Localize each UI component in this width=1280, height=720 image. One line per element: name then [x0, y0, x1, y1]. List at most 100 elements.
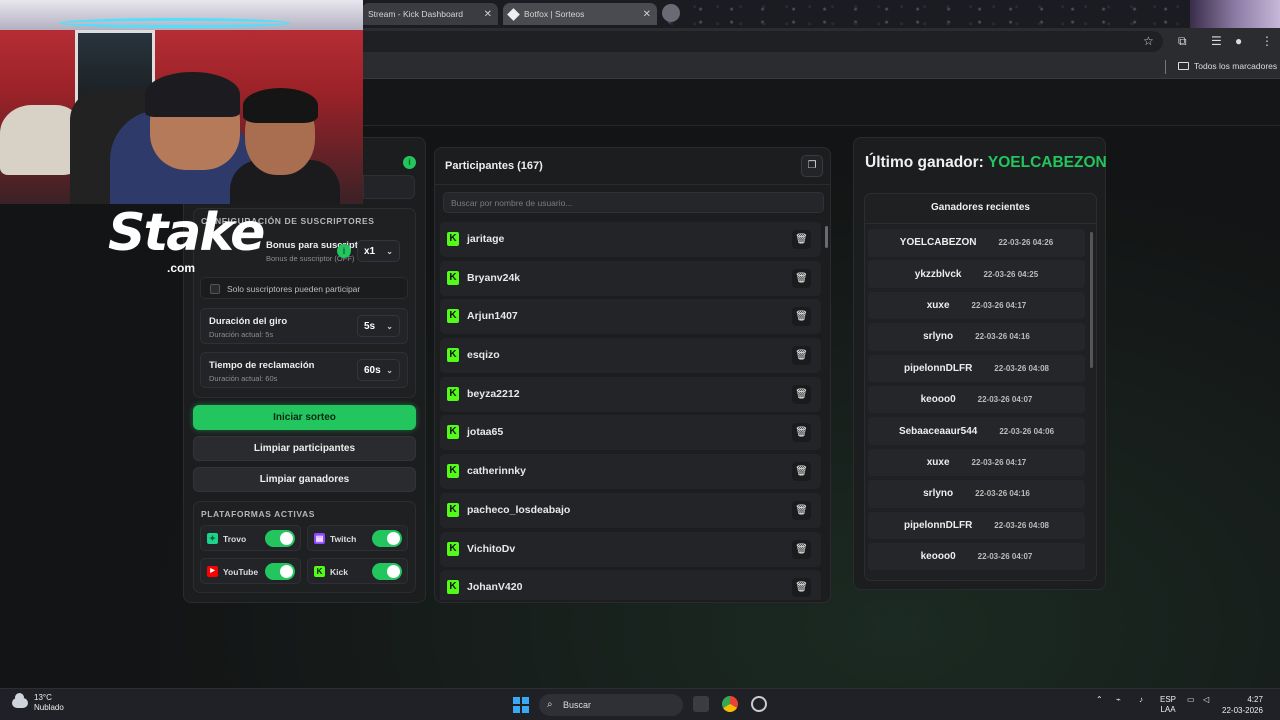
all-bookmarks-button[interactable]: Todos los marcadores — [1178, 61, 1277, 71]
winner-date: 22-03-26 04:08 — [994, 363, 1050, 373]
stake-logo: Stake .com — [108, 205, 265, 277]
kick-icon: K — [447, 232, 459, 246]
chevron-up-icon[interactable]: ⌃ — [1096, 695, 1103, 704]
trash-icon[interactable]: 🗑 — [792, 230, 811, 249]
media-icon[interactable]: ☰ — [1211, 34, 1222, 48]
folder-icon — [1178, 62, 1189, 70]
participants-list: Kjaritage 🗑 K Bryanv24k 🗑 K Arjun1407 🗑 Kesqizo 🗑… — [440, 222, 821, 600]
kick-icon: K — [447, 580, 459, 595]
winner-name: xuxe — [926, 300, 950, 312]
language-indicator[interactable]: ESP LAA — [1160, 695, 1176, 715]
claim-sub: Duración actual: 60s — [209, 374, 278, 383]
trash-icon[interactable]: 🗑 — [792, 423, 811, 443]
trash-icon[interactable]: 🗑 — [792, 500, 811, 520]
kick-icon: K — [447, 541, 459, 556]
address-bar[interactable] — [363, 31, 1163, 52]
trash-icon[interactable]: 🗑 — [792, 384, 811, 404]
checkbox[interactable] — [210, 284, 220, 294]
weather-widget[interactable]: 13°C Nublado — [12, 693, 64, 713]
clear-participants-button[interactable]: Limpiar participantes — [193, 436, 416, 461]
kick-icon: K — [314, 566, 325, 577]
star-icon[interactable]: ☆ — [1143, 34, 1154, 48]
participant-name: VichitoDv — [467, 542, 516, 555]
trash-icon[interactable]: 🗑 — [792, 539, 811, 559]
trash-icon[interactable]: 🗑 — [792, 346, 811, 366]
bonus-value: x1 — [364, 245, 376, 257]
clear-winners-button[interactable]: Limpiar ganadores — [193, 467, 416, 492]
app-icon[interactable] — [751, 696, 767, 712]
info-icon[interactable]: i — [403, 156, 416, 169]
participant-name: esqizo — [467, 349, 500, 362]
kick-icon: K — [447, 309, 459, 324]
mic-icon[interactable]: ♪ — [1139, 695, 1143, 704]
participant-name: JohanV420 — [467, 581, 523, 594]
tab-label: Botfox | Sorteos — [524, 9, 585, 19]
close-icon[interactable]: ✕ — [643, 9, 651, 20]
winner-name: srlyno — [923, 488, 954, 500]
stake-suffix: .com — [167, 261, 196, 275]
last-winner-heading: Último ganador: YOELCABEZON — [865, 154, 1107, 172]
only-subs-checkbox-row[interactable]: Solo suscriptores pueden participar — [200, 277, 408, 299]
scrollbar-thumb[interactable] — [1090, 232, 1093, 368]
winner-name: Sebaaceaaur544 — [898, 425, 978, 437]
winner-name: pipelonnDLFR — [903, 362, 973, 374]
botfox-icon — [507, 7, 520, 21]
winner-row: ykzzblvck 22-03-26 04:25 — [868, 260, 1085, 288]
trash-icon[interactable]: 🗑 — [792, 268, 811, 288]
kick-toggle[interactable] — [372, 563, 402, 580]
clock[interactable]: 4:27 22-03-2026 — [1222, 694, 1263, 716]
platform-twitch: ▤ Twitch — [307, 525, 408, 551]
trovo-toggle[interactable] — [265, 530, 295, 547]
display-icon[interactable]: ▭ — [1187, 695, 1195, 704]
profile-icon[interactable]: ● — [1235, 34, 1242, 48]
winner-row: pipelonnDLFR 22-03-26 04:08 — [868, 354, 1085, 383]
claim-time-select[interactable]: 60s ⌄ — [357, 359, 400, 381]
tab-botfox[interactable]: Botfox | Sorteos ✕ — [503, 3, 657, 25]
bonus-select[interactable]: x1 ⌄ — [357, 240, 400, 262]
winner-date: 22-03-26 04:17 — [971, 457, 1027, 467]
windows-start-icon[interactable] — [513, 697, 529, 713]
webcam-hair — [243, 88, 318, 123]
config-input[interactable] — [363, 175, 415, 199]
info-icon[interactable]: i — [337, 244, 351, 258]
file-explorer-icon[interactable] — [693, 696, 709, 712]
twitch-toggle[interactable] — [372, 530, 402, 547]
winner-name: ykzzblvck — [914, 268, 962, 280]
webcam-light — [60, 18, 290, 28]
all-bookmarks-label: Todos los marcadores — [1194, 61, 1278, 71]
extensions-icon[interactable]: ⧉ — [1178, 34, 1187, 49]
winner-date: 22-03-26 04:08 — [994, 520, 1050, 530]
last-winner-label: Último ganador: — [865, 154, 984, 171]
youtube-toggle[interactable] — [265, 563, 295, 580]
chrome-icon[interactable] — [722, 696, 738, 712]
lang-line2: LAA — [1160, 705, 1176, 714]
platform-label: Kick — [330, 567, 348, 577]
chevron-down-icon: ⌄ — [386, 246, 393, 256]
copy-icon[interactable]: ❐ — [801, 155, 823, 177]
lang-line1: ESP — [1160, 695, 1177, 704]
last-winner-name: YOELCABEZON — [987, 154, 1107, 171]
spin-duration-select[interactable]: 5s ⌄ — [357, 315, 400, 337]
participant-search-input[interactable] — [443, 192, 824, 213]
kick-icon: K — [447, 348, 459, 363]
trash-icon[interactable]: 🗑 — [792, 462, 811, 482]
start-raffle-button[interactable]: Iniciar sorteo — [193, 405, 416, 430]
volume-icon[interactable]: ◁ — [1203, 695, 1209, 704]
trash-icon[interactable]: 🗑 — [792, 307, 811, 327]
network-icon[interactable]: ⌁ — [1116, 695, 1121, 704]
taskbar-search[interactable]: ⌕ Buscar — [539, 694, 683, 716]
scrollbar-thumb[interactable] — [825, 226, 828, 248]
tab-kick-dashboard[interactable]: Stream - Kick Dashboard ✕ — [362, 3, 498, 25]
menu-icon[interactable]: ⋮ — [1261, 34, 1273, 48]
kick-icon: K — [447, 464, 459, 479]
trash-icon[interactable]: 🗑 — [792, 578, 811, 598]
divider — [865, 223, 1096, 224]
claim-title: Tiempo de reclamación — [209, 360, 315, 371]
recent-winners-title: Ganadores recientes — [931, 202, 1030, 213]
close-icon[interactable]: ✕ — [484, 9, 492, 20]
recent-winners-list: YOELCABEZON 22-03-26 04:26 ykzzblvck 22-03-… — [868, 229, 1085, 577]
winner-date: 22-03-26 04:16 — [975, 332, 1030, 342]
new-tab-button[interactable] — [662, 4, 680, 22]
platform-trovo: ✦ Trovo — [200, 525, 301, 551]
winner-name: keooo0 — [920, 551, 956, 563]
